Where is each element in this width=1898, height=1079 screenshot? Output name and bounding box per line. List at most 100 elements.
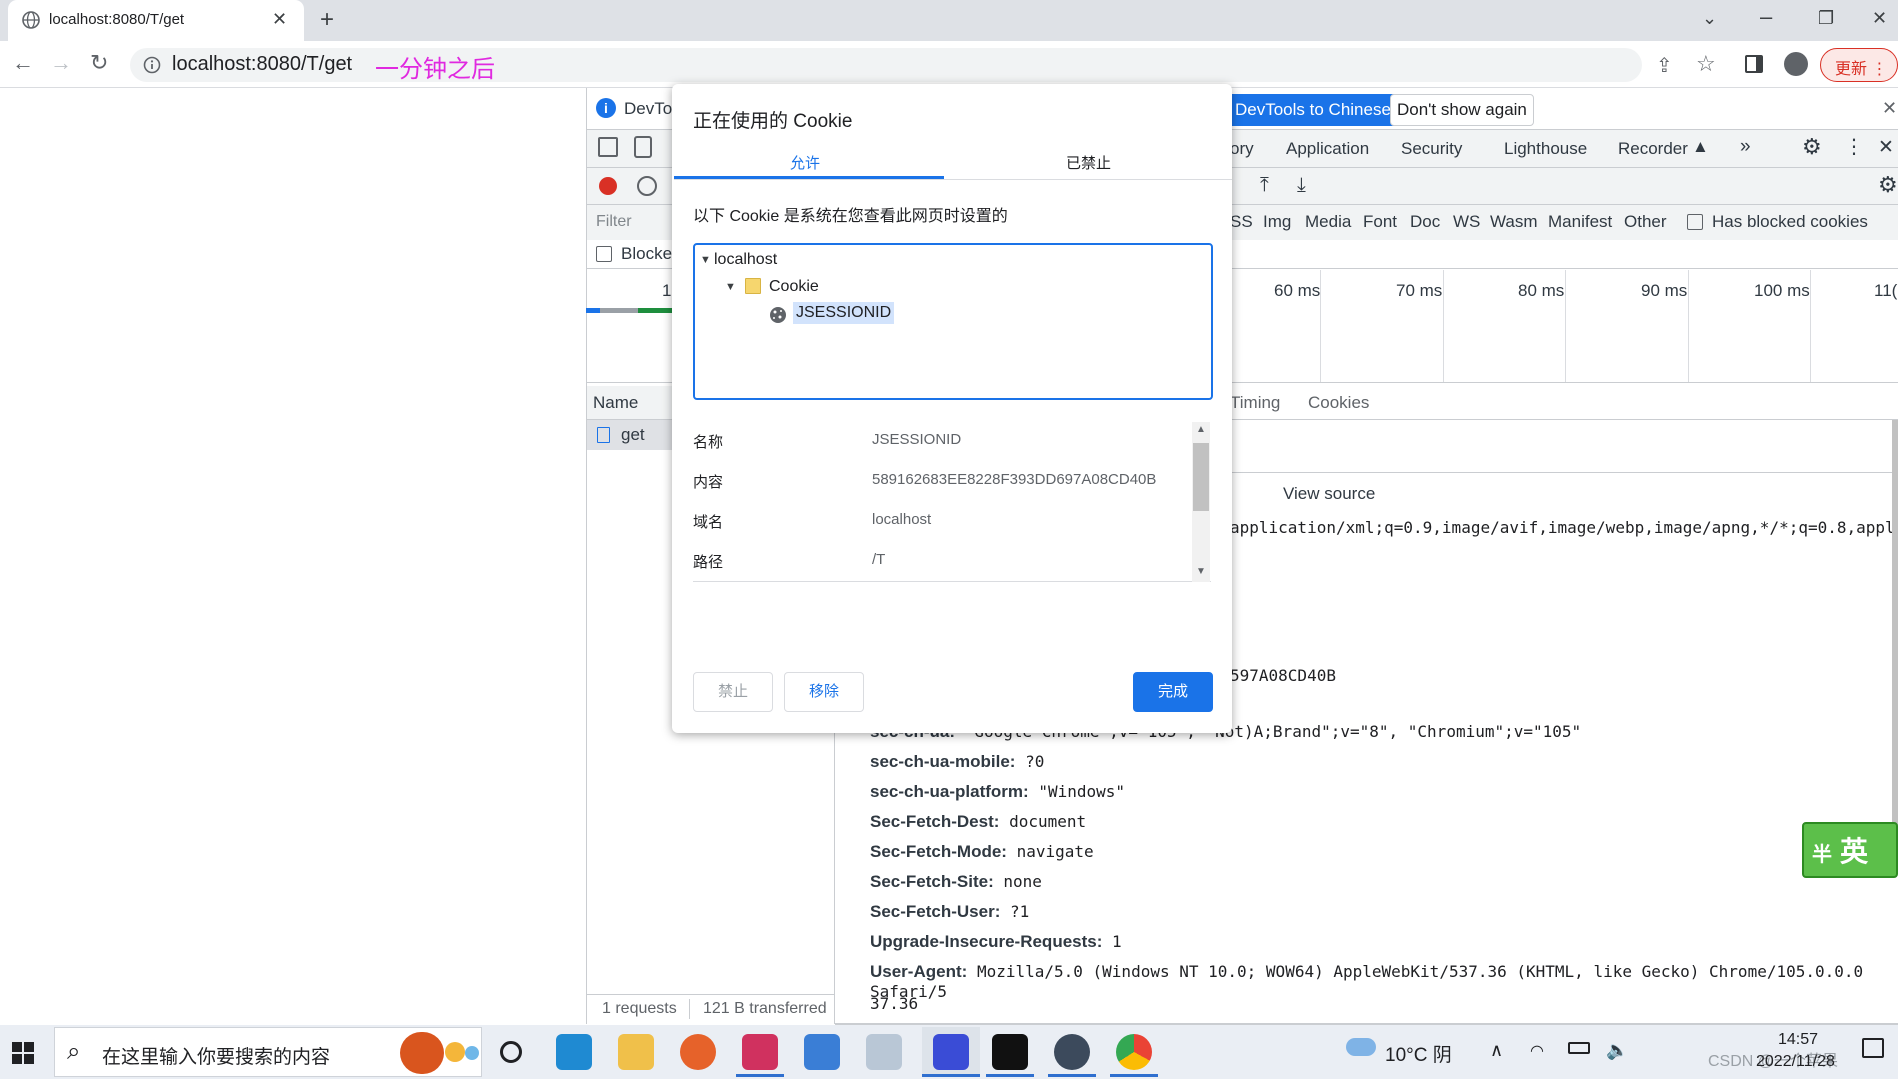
header-value: navigate — [1016, 842, 1094, 861]
request-name: get — [621, 425, 645, 444]
tab-cookies[interactable]: Cookies — [1308, 393, 1369, 413]
tab-blocked[interactable]: 已禁止 — [1066, 152, 1111, 173]
tab-security[interactable]: Security — [1401, 139, 1462, 159]
inspect-element-icon[interactable] — [598, 137, 618, 157]
devtools-close-icon[interactable]: ✕ — [1878, 136, 1894, 159]
type-filter-font[interactable]: Font — [1363, 212, 1397, 232]
bookmark-star-icon[interactable]: ☆ — [1696, 51, 1716, 77]
expand-arrow-icon[interactable]: ▼ — [700, 254, 711, 266]
firefox-icon[interactable] — [680, 1034, 716, 1070]
running-indicator — [1048, 1074, 1096, 1077]
has-blocked-cookies-checkbox[interactable] — [1687, 214, 1703, 230]
feishu-icon[interactable] — [804, 1034, 840, 1070]
volume-icon[interactable]: 🔈 — [1606, 1040, 1628, 1061]
wifi-icon[interactable]: ◠ — [1530, 1041, 1544, 1061]
settings-gear-icon[interactable]: ⚙ — [1802, 134, 1822, 160]
windows-start-icon[interactable] — [12, 1042, 34, 1064]
battery-icon[interactable] — [1568, 1042, 1590, 1054]
dialog-description: 以下 Cookie 是系统在您查看此网页时设置的 — [693, 208, 1008, 225]
filter-input[interactable]: Filter — [596, 213, 632, 231]
share-icon[interactable]: ⇪ — [1656, 53, 1673, 78]
tree-node-site[interactable]: localhost — [714, 251, 777, 269]
dont-show-again-button[interactable]: Don't show again — [1390, 94, 1534, 126]
type-filter-doc[interactable]: Doc — [1410, 212, 1440, 232]
type-filter-ws[interactable]: WS — [1453, 212, 1480, 232]
tab-close-icon[interactable]: ✕ — [272, 9, 287, 30]
weather-text[interactable]: 10°C 阴 — [1385, 1040, 1452, 1067]
video-player-icon[interactable] — [933, 1034, 969, 1070]
import-har-icon[interactable]: ⤒ — [1260, 174, 1269, 197]
paint-icon[interactable] — [866, 1034, 902, 1070]
remove-button[interactable]: 移除 — [784, 672, 864, 712]
user-agent-wrap: 37.36 — [870, 994, 919, 1013]
infobar-close-icon[interactable]: ✕ — [1882, 98, 1897, 119]
address-bar[interactable] — [130, 48, 1642, 82]
record-icon[interactable] — [599, 177, 617, 195]
done-button[interactable]: 完成 — [1133, 672, 1213, 712]
ime-status-widget[interactable]: 半 英 — [1802, 822, 1898, 878]
export-har-icon[interactable]: ⤓ — [1297, 174, 1306, 197]
task-view-icon[interactable] — [500, 1041, 522, 1063]
clock-date[interactable]: 2022/11/28 — [1756, 1053, 1835, 1071]
tree-node-folder[interactable]: Cookie — [769, 278, 819, 296]
intellij-icon[interactable] — [742, 1034, 778, 1070]
block-button[interactable]: 禁止 — [693, 672, 773, 712]
detail-scrollbar[interactable] — [1892, 420, 1898, 840]
graduation-app-icon[interactable] — [1054, 1034, 1090, 1070]
expand-arrow-icon[interactable]: ▼ — [725, 281, 736, 293]
more-tabs-icon[interactable]: » — [1740, 136, 1751, 158]
minimize-icon[interactable]: – — [1760, 4, 1772, 30]
profile-avatar[interactable] — [1784, 52, 1808, 76]
new-tab-icon[interactable]: + — [320, 6, 334, 34]
tab-recorder[interactable]: Recorder — [1618, 139, 1688, 159]
close-window-icon[interactable]: ✕ — [1872, 8, 1887, 29]
side-panel-icon[interactable] — [1745, 55, 1763, 73]
tab-history-partial[interactable]: ory — [1230, 139, 1254, 159]
vscode-icon[interactable] — [556, 1034, 592, 1070]
device-toolbar-icon[interactable] — [634, 136, 652, 158]
typora-icon[interactable] — [992, 1034, 1028, 1070]
network-settings-icon[interactable]: ⚙ — [1878, 172, 1898, 198]
tab-timing[interactable]: Timing — [1230, 393, 1280, 413]
header-name: Upgrade-Insecure-Requests: — [870, 932, 1103, 951]
tab-allowed[interactable]: 允许 — [790, 152, 820, 173]
tree-node-cookie[interactable]: JSESSIONID — [793, 302, 895, 324]
scroll-up-icon[interactable]: ▲ — [1196, 424, 1206, 435]
has-blocked-cookies-label: Has blocked cookies — [1712, 212, 1868, 231]
switch-to-chinese-button[interactable]: DevTools to Chinese — [1228, 94, 1398, 126]
file-explorer-icon[interactable] — [618, 1034, 654, 1070]
clock-time[interactable]: 14:57 — [1778, 1031, 1818, 1049]
view-source-link[interactable]: View source — [1283, 484, 1375, 504]
url-text[interactable]: localhost:8080/T/get — [172, 53, 352, 76]
blocked-requests-checkbox[interactable] — [596, 246, 612, 262]
search-highlight-moon — [465, 1046, 479, 1060]
clear-icon[interactable] — [637, 176, 657, 196]
running-indicator — [736, 1074, 784, 1077]
header-name: Sec-Fetch-User: — [870, 902, 1001, 921]
type-filter-media[interactable]: Media — [1305, 212, 1351, 232]
type-filter-other[interactable]: Other — [1624, 212, 1667, 232]
type-filter-img[interactable]: Img — [1263, 212, 1291, 232]
back-icon[interactable]: ← — [12, 50, 34, 76]
type-filter-manifest[interactable]: Manifest — [1548, 212, 1612, 232]
forward-icon[interactable]: → — [50, 50, 72, 76]
header-name: sec-ch-ua-platform: — [870, 782, 1029, 801]
info-icon[interactable] — [143, 56, 161, 74]
reload-icon[interactable]: ↻ — [90, 50, 108, 76]
restore-icon[interactable]: ❐ — [1818, 8, 1834, 29]
cookie-tree[interactable]: ▼ localhost ▼ Cookie JSESSIONID — [693, 243, 1213, 400]
show-hidden-icons-icon[interactable]: ∧ — [1490, 1040, 1503, 1061]
tab-lighthouse[interactable]: Lighthouse — [1504, 139, 1587, 159]
tab-application[interactable]: Application — [1286, 139, 1369, 159]
taskbar-search-box[interactable]: ⌕ 在这里输入你要搜索的内容 — [54, 1027, 482, 1077]
scrollbar-thumb[interactable] — [1193, 443, 1209, 511]
update-button[interactable]: 更新 ⋮ — [1820, 48, 1898, 82]
type-filter-wasm[interactable]: Wasm — [1490, 212, 1538, 232]
scroll-down-icon[interactable]: ▼ — [1196, 566, 1206, 577]
kebab-menu-icon[interactable]: ⋮ — [1844, 134, 1864, 159]
notification-icon[interactable] — [1862, 1038, 1884, 1058]
chrome-icon[interactable] — [1116, 1034, 1152, 1070]
tab-search-chevron-icon[interactable]: ⌄ — [1702, 8, 1717, 29]
transferred-size: 121 B transferred — [703, 1000, 827, 1017]
type-filter-css[interactable]: SS — [1230, 212, 1253, 232]
